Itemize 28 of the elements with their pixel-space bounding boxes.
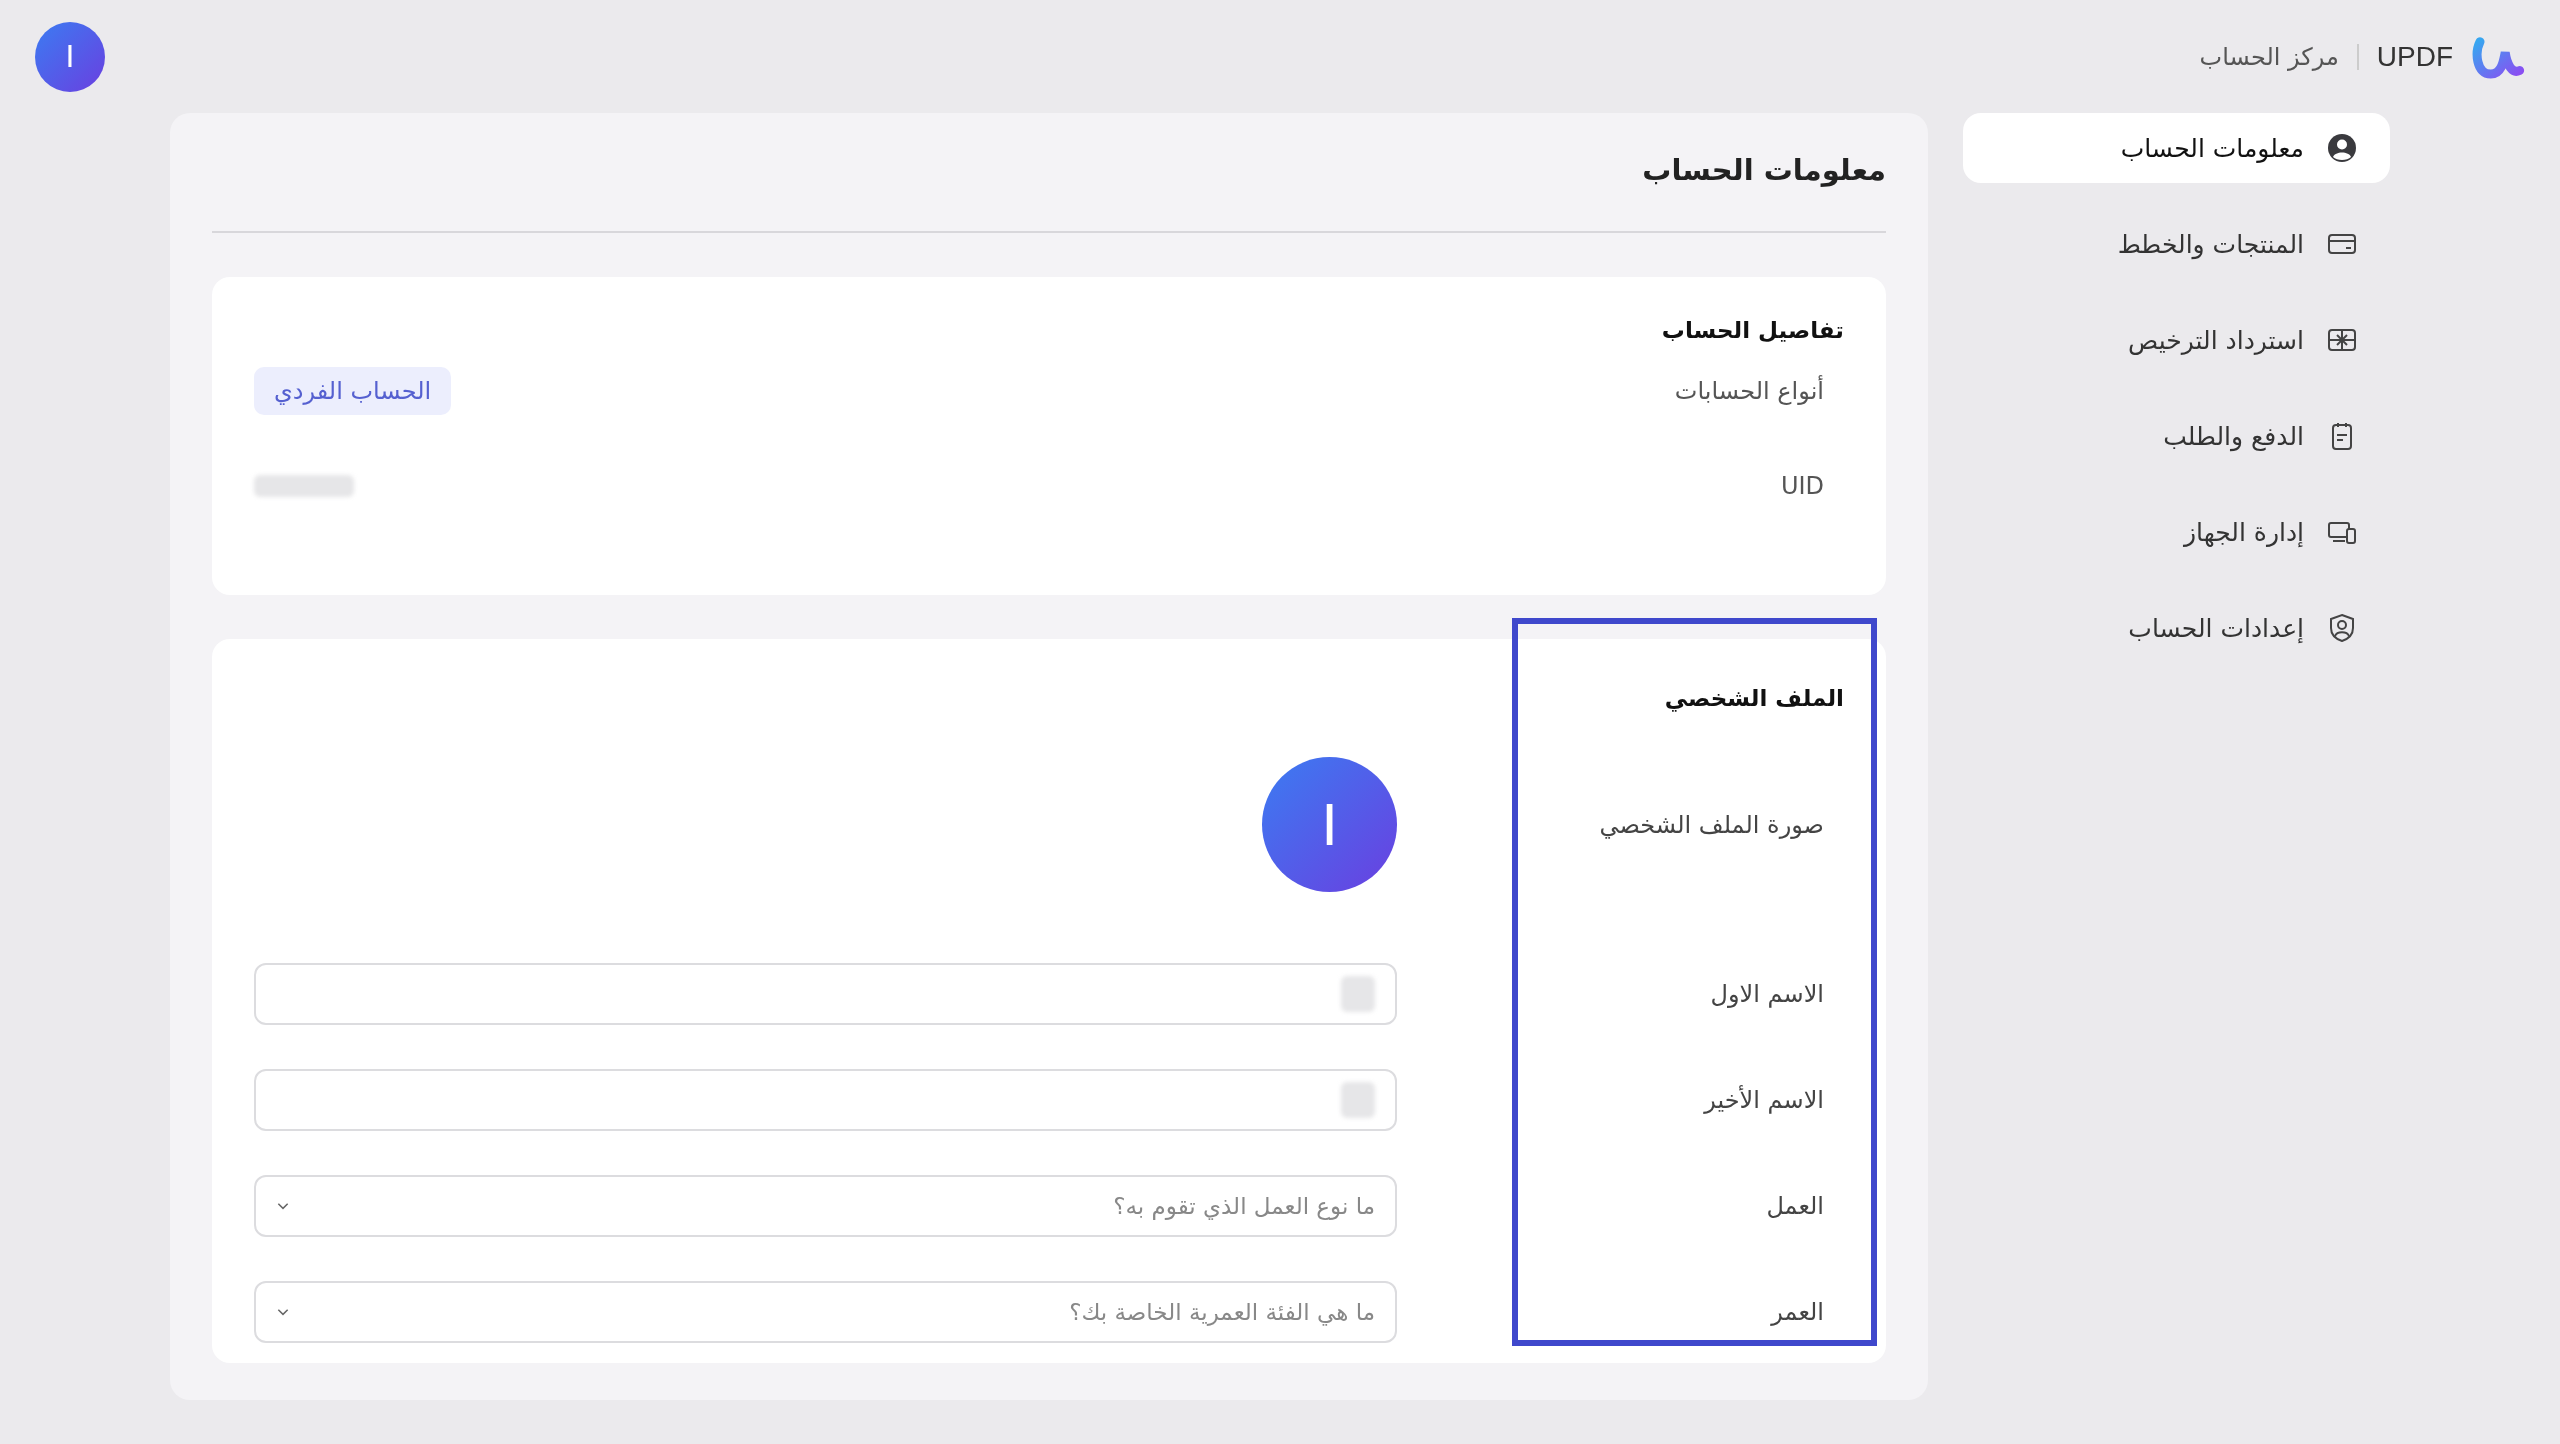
- input-field[interactable]: [254, 1069, 1397, 1131]
- sidebar-item[interactable]: المنتجات والخطط: [1963, 209, 2390, 279]
- field-label: الاسم الاول: [1709, 980, 1825, 1008]
- chevron-icon: [276, 1307, 290, 1317]
- profile-avatar[interactable]: I: [1262, 757, 1397, 892]
- field-label: صورة الملف الشخصي: [1598, 810, 1825, 839]
- field-label: العمل: [1765, 1192, 1825, 1220]
- account-type-tag: الحساب الفردي: [254, 366, 452, 415]
- sidebar-item[interactable]: إعدادات الحساب: [1963, 593, 2390, 663]
- user-icon: [2326, 132, 2358, 164]
- chevron-icon: [276, 1201, 290, 1211]
- section-heading: الملف الشخصي: [1664, 685, 1844, 711]
- field-label: العمر: [1769, 1298, 1825, 1326]
- page-title: معلومات الحساب: [1641, 152, 1886, 189]
- user-avatar[interactable]: I: [35, 21, 105, 92]
- section-heading: تفاصيل الحساب: [1660, 317, 1844, 343]
- brand-name: UPDF: [2376, 40, 2453, 73]
- field-label: أنواع الحسابات: [1674, 376, 1824, 405]
- section-title: مركز الحساب: [2199, 42, 2339, 71]
- sidebar-item[interactable]: الدفع والطلب: [1963, 401, 2390, 471]
- dropdown-field[interactable]: ما نوع العمل الذي تقوم به؟: [254, 1175, 1397, 1237]
- sidebar-item[interactable]: إدارة الجهاز: [1963, 497, 2390, 567]
- sidebar-item[interactable]: معلومات الحساب: [1963, 113, 2390, 183]
- input-field[interactable]: [254, 963, 1397, 1025]
- field-label: UID: [1780, 471, 1824, 500]
- sidebar-item[interactable]: استرداد الترخيص: [1963, 305, 2390, 375]
- dropdown-field[interactable]: ما هي الفئة العمرية الخاصة بك؟: [254, 1281, 1397, 1343]
- field-label: الاسم الأخير: [1702, 1086, 1825, 1114]
